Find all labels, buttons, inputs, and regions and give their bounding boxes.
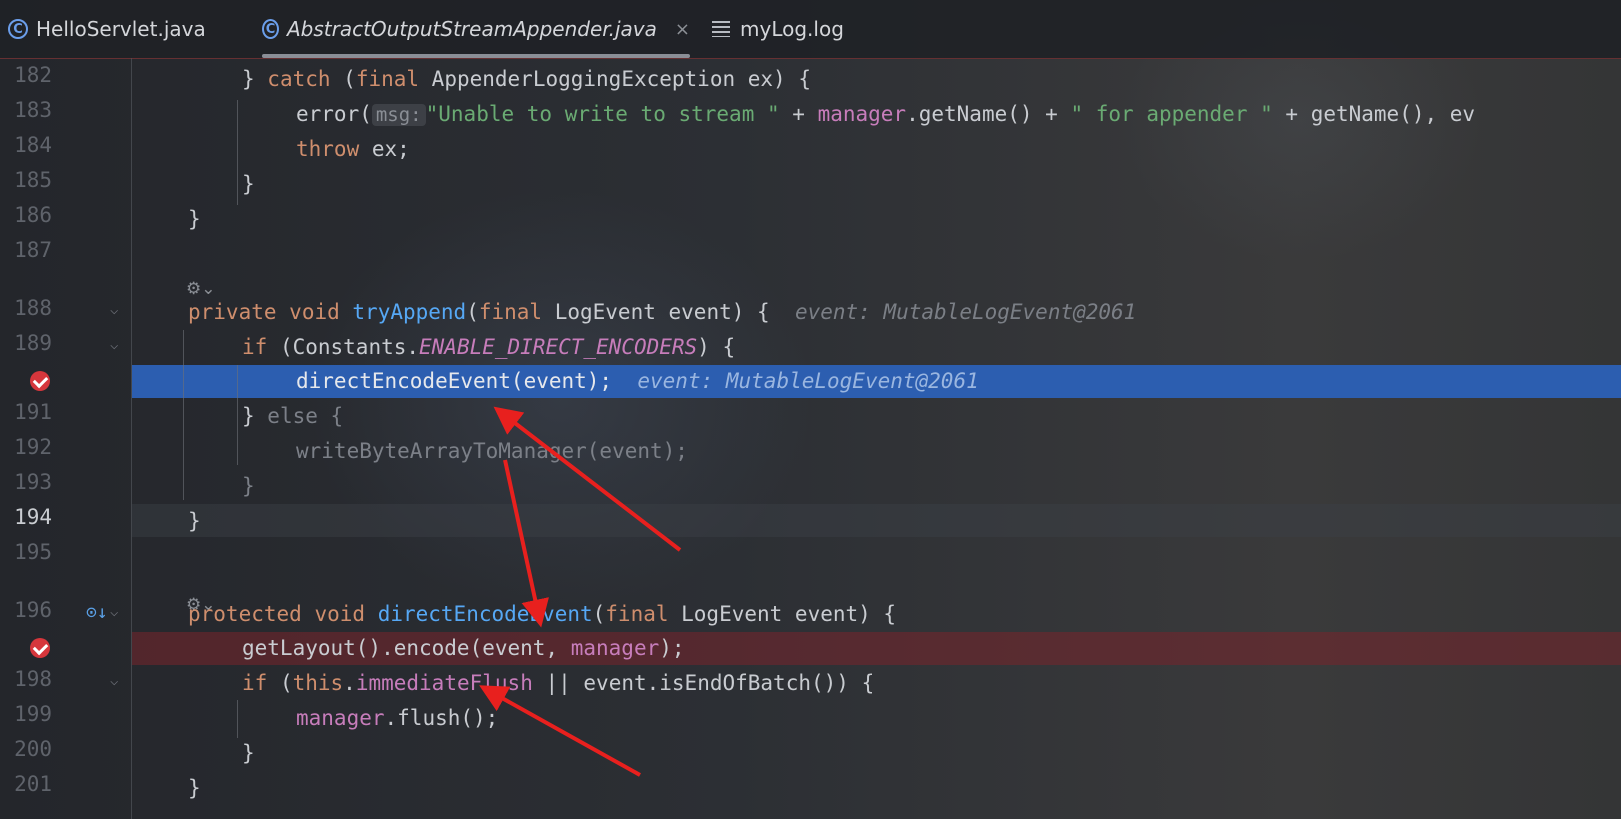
- annotation-arrows: [479, 406, 682, 777]
- arrow-to-encode-call: [479, 685, 641, 777]
- arrow-to-direct-encode-call: [493, 406, 682, 552]
- arrow-to-direct-encode-method: [503, 459, 549, 628]
